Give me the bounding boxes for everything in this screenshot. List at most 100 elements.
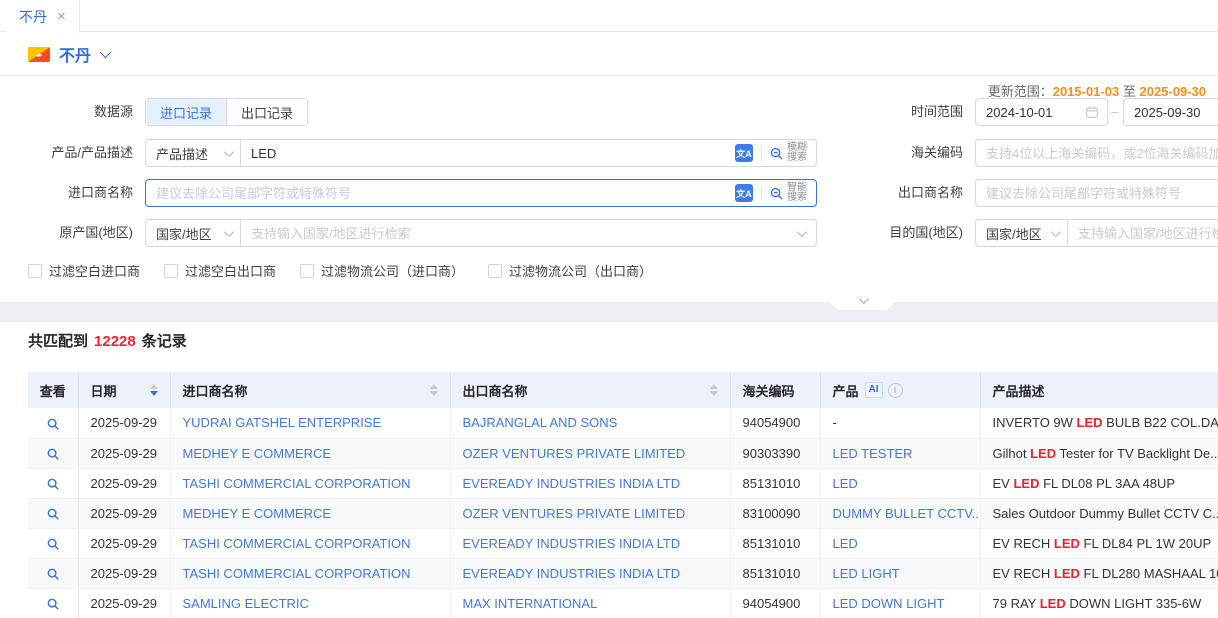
bhutan-flag-icon — [28, 47, 50, 62]
table-header-row: 查看 日期 进口商名称 出口商名称 海关编码 产品AIi 产品描述 — [28, 372, 1218, 408]
table-row: 2025-09-29 TASHI COMMERCIAL CORPORATION … — [28, 468, 1218, 498]
importer-link[interactable]: MEDHEY E COMMERCE — [183, 446, 332, 461]
view-record-icon[interactable] — [46, 417, 60, 431]
product-field-select[interactable]: 产品描述 — [145, 139, 241, 167]
tab-title: 不丹 — [19, 7, 47, 27]
table-row: 2025-09-29 TASHI COMMERCIAL CORPORATION … — [28, 528, 1218, 558]
product-link[interactable]: LED — [833, 476, 858, 491]
product-input-group: 文A 模糊搜索 — [240, 139, 817, 167]
datasource-label: 数据源 — [15, 98, 133, 126]
sort-control-importer[interactable] — [422, 384, 438, 396]
product-description: EV RECH LED FL DL84 PL 1W 20UP — [980, 528, 1218, 558]
checkbox-filter-blank-importer[interactable]: 过滤空白进口商 — [28, 261, 140, 280]
chevron-down-icon[interactable] — [100, 47, 111, 58]
table-row: 2025-09-29 TASHI COMMERCIAL CORPORATION … — [28, 558, 1218, 588]
importer-link[interactable]: SAMLING ELECTRIC — [183, 596, 309, 611]
tab-bhutan[interactable]: 不丹 × — [6, 0, 80, 33]
date-range-separator: – — [1109, 98, 1121, 126]
product-link[interactable]: LED LIGHT — [833, 566, 900, 581]
col-importer: 进口商名称 — [183, 381, 248, 400]
view-record-icon[interactable] — [46, 447, 60, 461]
record-date: 2025-09-29 — [78, 468, 170, 498]
destination-search-input[interactable] — [1068, 226, 1218, 241]
importer-input[interactable] — [146, 186, 735, 201]
exporter-link[interactable]: BAJRANGLAL AND SONS — [463, 415, 618, 430]
origin-search-input[interactable] — [241, 226, 797, 241]
exporter-link[interactable]: OZER VENTURES PRIVATE LIMITED — [463, 446, 686, 461]
importer-link[interactable]: TASHI COMMERCIAL CORPORATION — [183, 476, 411, 491]
smart-search-label: 智能搜索 — [787, 183, 807, 203]
view-record-icon[interactable] — [46, 507, 60, 521]
hs-code: 85131010 — [730, 528, 820, 558]
translate-icon[interactable]: 文A — [735, 144, 753, 162]
fuzzy-search-label: 模糊搜索 — [787, 143, 807, 163]
desc-highlight: LED — [1013, 476, 1039, 491]
hs-code: 90303390 — [730, 438, 820, 468]
sort-control-exporter[interactable] — [702, 384, 718, 396]
checkbox-filter-logistics-exporter[interactable]: 过滤物流公司（出口商） — [488, 261, 652, 280]
checkbox-icon[interactable] — [164, 264, 178, 278]
product-input[interactable] — [241, 146, 735, 161]
date-end-input[interactable] — [1124, 105, 1218, 120]
importer-label: 进口商名称 — [15, 179, 133, 207]
exporter-link[interactable]: EVEREADY INDUSTRIES INDIA LTD — [463, 476, 681, 491]
desc-text: Tester for TV Backlight De... — [1056, 446, 1218, 461]
calendar-icon[interactable] — [1085, 105, 1099, 119]
view-record-icon[interactable] — [46, 477, 60, 491]
info-icon[interactable]: i — [888, 383, 903, 398]
view-record-icon[interactable] — [46, 537, 60, 551]
product-link[interactable]: DUMMY BULLET CCTV... — [833, 506, 981, 521]
close-icon[interactable]: × — [57, 9, 66, 24]
tab-bar: 不丹 × — [0, 0, 1218, 32]
checkbox-filter-blank-exporter[interactable]: 过滤空白出口商 — [164, 261, 276, 280]
product-link[interactable]: LED — [833, 536, 858, 551]
page-title-bar: 不丹 — [0, 33, 1218, 76]
origin-country-select[interactable]: 国家/地区 — [145, 219, 241, 247]
checkbox-icon[interactable] — [488, 264, 502, 278]
date-end-box — [1123, 98, 1218, 126]
checkbox-icon[interactable] — [28, 264, 42, 278]
exporter-link[interactable]: OZER VENTURES PRIVATE LIMITED — [463, 506, 686, 521]
hs-code-label: 海关编码 — [845, 139, 963, 167]
fuzzy-search-button[interactable]: 模糊搜索 — [769, 143, 811, 163]
desc-highlight: LED — [1077, 415, 1103, 430]
desc-highlight: LED — [1054, 536, 1080, 551]
sort-control-date[interactable] — [142, 384, 158, 396]
table-row: 2025-09-29 MEDHEY E COMMERCE OZER VENTUR… — [28, 498, 1218, 528]
desc-text: INVERTO 9W — [993, 415, 1077, 430]
results-panel: 共匹配到12228条记录 查看 日期 进口商名称 出口商名称 海关编码 产品AI… — [0, 322, 1218, 618]
date-start-input[interactable] — [976, 105, 1085, 120]
import-records-tab[interactable]: 进口记录 — [146, 99, 226, 125]
product-link[interactable]: LED TESTER — [833, 446, 913, 461]
exporter-link[interactable]: EVEREADY INDUSTRIES INDIA LTD — [463, 566, 681, 581]
product-link[interactable]: LED DOWN LIGHT — [833, 596, 945, 611]
smart-search-button[interactable]: 智能搜索 — [769, 183, 811, 203]
filter-checkbox-row: 过滤空白进口商 过滤空白出口商 过滤物流公司（进口商） 过滤物流公司（出口商） — [28, 261, 652, 280]
destination-label: 目的国(地区) — [845, 219, 963, 247]
result-count: 12228 — [94, 333, 136, 350]
importer-link[interactable]: YUDRAI GATSHEL ENTERPRISE — [183, 415, 382, 430]
destination-select-value: 国家/地区 — [986, 224, 1042, 243]
view-record-icon[interactable] — [46, 567, 60, 581]
update-range-from: 2015-01-03 — [1053, 84, 1120, 99]
divider — [761, 186, 762, 201]
importer-link[interactable]: TASHI COMMERCIAL CORPORATION — [183, 536, 411, 551]
checkbox-icon[interactable] — [300, 264, 314, 278]
product-description: Gilhot LED Tester for TV Backlight De... — [980, 438, 1218, 468]
export-records-tab[interactable]: 出口记录 — [226, 99, 307, 125]
col-product: 产品 — [833, 381, 859, 400]
hs-code-input[interactable] — [976, 146, 1218, 161]
checkbox-label: 过滤空白进口商 — [49, 261, 140, 280]
importer-link[interactable]: TASHI COMMERCIAL CORPORATION — [183, 566, 411, 581]
importer-link[interactable]: MEDHEY E COMMERCE — [183, 506, 332, 521]
desc-highlight: LED — [1054, 566, 1080, 581]
checkbox-filter-logistics-importer[interactable]: 过滤物流公司（进口商） — [300, 261, 464, 280]
view-record-icon[interactable] — [46, 597, 60, 611]
destination-country-select[interactable]: 国家/地区 — [975, 219, 1068, 247]
exporter-link[interactable]: EVEREADY INDUSTRIES INDIA LTD — [463, 536, 681, 551]
exporter-input[interactable] — [976, 186, 1218, 201]
exporter-link[interactable]: MAX INTERNATIONAL — [463, 596, 598, 611]
translate-icon[interactable]: 文A — [735, 184, 753, 202]
date-start-box — [975, 98, 1108, 126]
product-value: - — [833, 415, 837, 430]
